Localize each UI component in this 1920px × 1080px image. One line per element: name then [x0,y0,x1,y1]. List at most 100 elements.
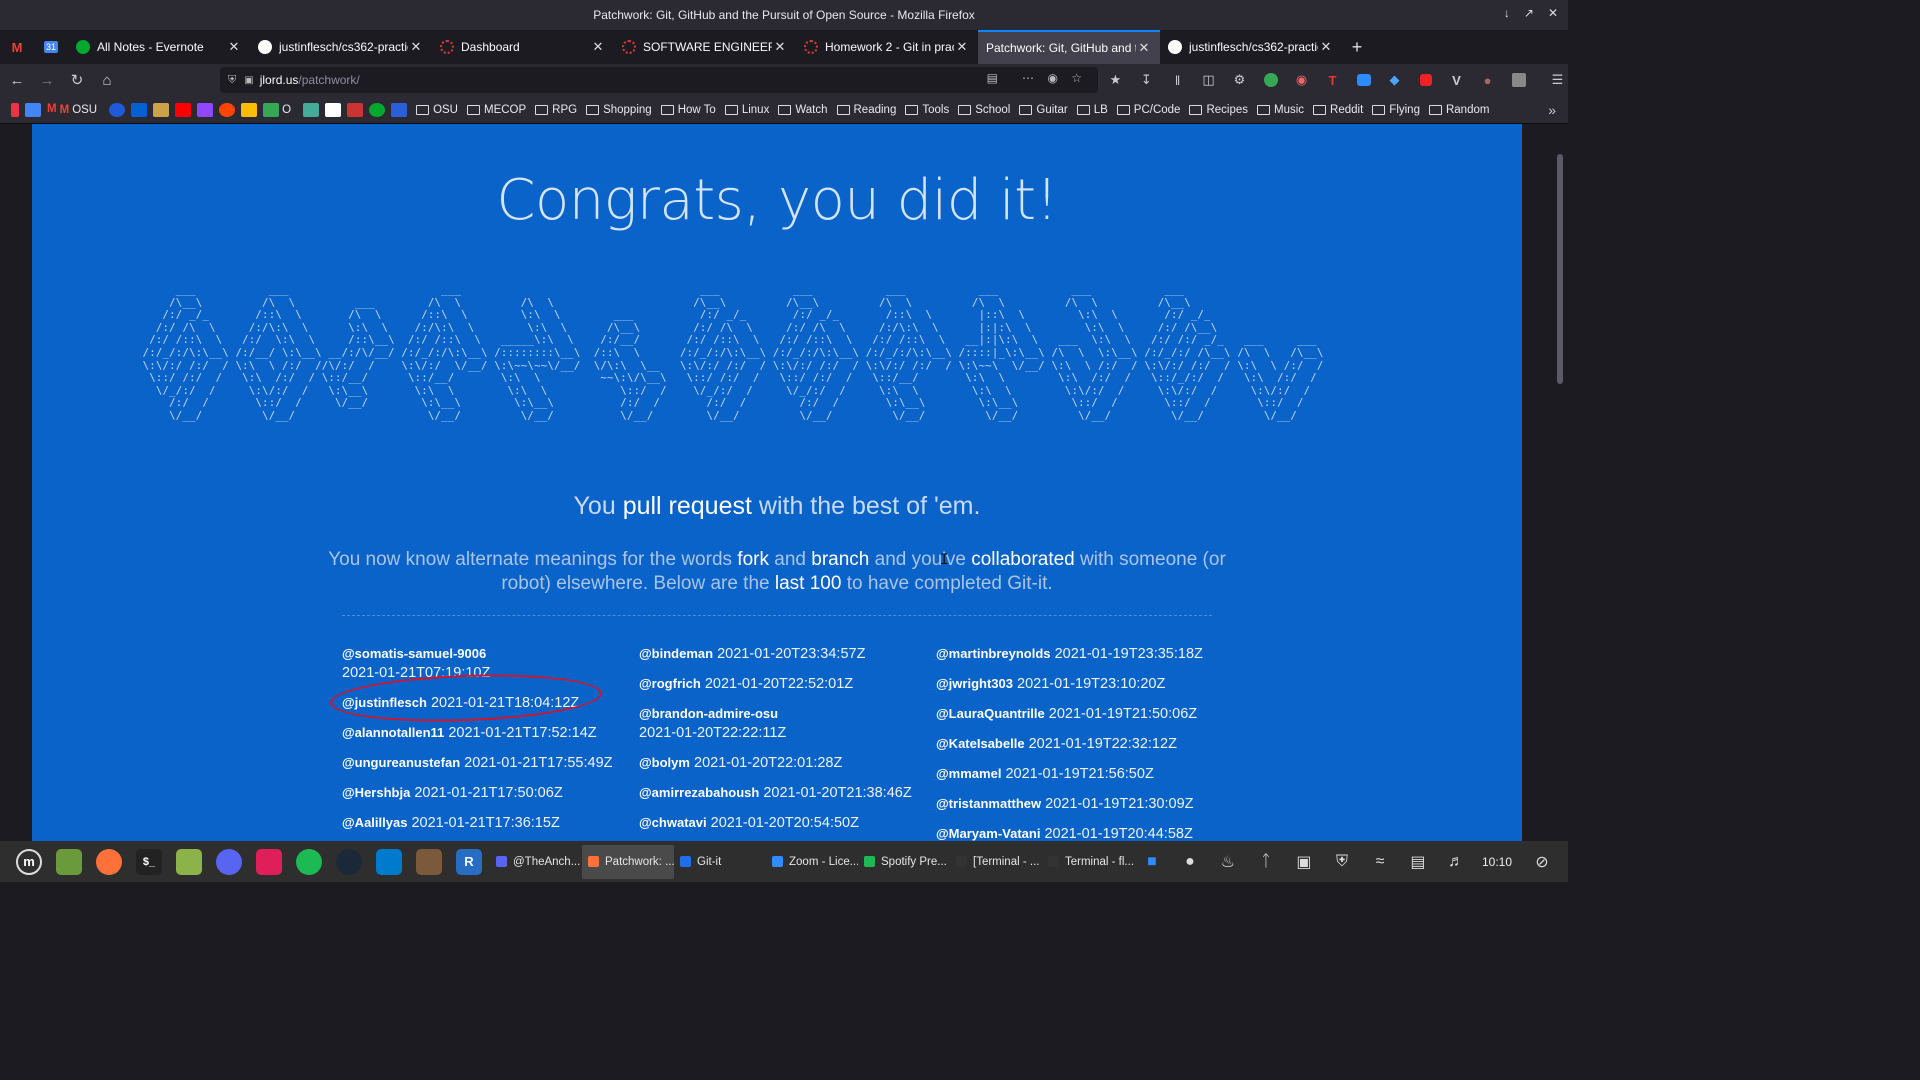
bookmark-folder[interactable]: Linux [724,104,769,116]
bookmark-folder[interactable]: Music [1257,104,1304,116]
discord-tray-icon[interactable]: ● [1174,853,1206,871]
acorn-extension-icon[interactable]: ● [1472,66,1503,94]
tab-pinned-gmail[interactable]: M [0,30,34,64]
tab-dashboard[interactable]: Dashboard ✕ [432,30,614,64]
reload-button[interactable]: ↻ [62,66,92,94]
close-tab-icon[interactable]: ✕ [772,39,788,55]
pocket-icon[interactable]: ◉ [1048,71,1058,85]
username-link[interactable]: @tristanmatthew [936,796,1041,811]
zoom-tray-icon[interactable]: ■ [1136,853,1168,871]
taskbar-window-button[interactable]: @TheAnch... [490,845,582,879]
taskbar-window-button[interactable]: Git-it [674,845,766,879]
r-launcher[interactable]: R [450,845,488,879]
bookmark-folder[interactable]: Random [1428,104,1489,116]
tab-homework-2[interactable]: Homework 2 - Git in practice ✕ [796,30,978,64]
bookmark-folder[interactable]: RPG [535,104,577,116]
bookmark-folder[interactable]: OSU [416,104,458,116]
slack-launcher[interactable] [250,845,288,879]
notifications-icon[interactable]: ♨ [1212,852,1244,872]
hamburger-menu-icon[interactable]: ☰ [1542,66,1573,94]
terminal-launcher[interactable]: $_ [130,845,168,879]
bookmark-cam-icon[interactable] [153,102,170,117]
bookmark-folder[interactable]: Shopping [586,104,652,116]
bookmark-folder[interactable]: Guitar [1019,104,1068,116]
bookmark-reddit-icon[interactable] [219,102,236,117]
settings-gear-icon[interactable]: ⚙ [1224,66,1255,94]
chrome-extension-icon[interactable] [1255,66,1286,94]
username-link[interactable]: @chwatavi [639,815,707,830]
extension-eyes-icon[interactable]: ◉ [1286,66,1317,94]
close-tab-icon[interactable]: ✕ [590,39,606,55]
username-link[interactable]: @bindeman [639,646,713,661]
tab-evernote[interactable]: All Notes - Evernote ✕ [68,30,250,64]
files-launcher[interactable] [170,845,208,879]
tab-software-engineering[interactable]: SOFTWARE ENGINEERING ✕ [614,30,796,64]
bookmark-folder[interactable]: How To [660,104,716,116]
username-link[interactable]: @ungureanustefan [342,755,460,770]
bookmark-noaa-icon[interactable] [109,102,126,117]
close-tab-icon[interactable]: ✕ [954,39,970,55]
bookmarks-star-icon[interactable]: ★ [1100,66,1131,94]
bookmark-twitch-icon[interactable] [197,102,214,117]
username-link[interactable]: @LauraQuantrille [936,706,1045,721]
tab-github-1[interactable]: justinflesch/cs362-practice ✕ [250,30,432,64]
bookmark-folder[interactable]: LB [1076,104,1108,116]
vscode-launcher[interactable] [370,845,408,879]
username-link[interactable]: @somatis-samuel-9006 [342,646,486,661]
username-link[interactable]: @bolym [639,755,690,770]
bookmark-youtube-icon[interactable] [175,102,192,117]
volume-icon[interactable]: ♬ [1440,853,1472,871]
lock-extension-icon[interactable] [1410,66,1441,94]
bookmark-osu[interactable]: M OSU [60,104,98,116]
forward-button[interactable]: → [32,66,62,94]
bookmarks-overflow-icon[interactable]: » [1548,102,1556,118]
extension-t-icon[interactable]: T [1317,66,1348,94]
minimize-icon[interactable]: ↓ [1504,6,1510,20]
wifi-icon[interactable]: ≈ [1364,853,1396,871]
username-link[interactable]: @Aalillyas [342,815,407,830]
library-icon[interactable]: ‖ [1162,66,1193,94]
show-desktop-button[interactable] [50,845,88,879]
taskbar-window-button[interactable]: [Terminal - ... [950,845,1042,879]
tab-github-2[interactable]: justinflesch/cs362-practice ✕ [1160,30,1342,64]
bookmark-slack-icon[interactable] [303,102,320,117]
bookmark-folder[interactable]: Reading [836,104,896,116]
bookmark-gmail-icon[interactable]: M [47,103,57,117]
taskbar-window-button[interactable]: Terminal - fl... [1042,845,1134,879]
username-link[interactable]: @Maryam-Vatani [936,826,1040,841]
shield-tray-icon[interactable]: ⛨ [1326,853,1358,871]
page-scrollbar[interactable] [1554,124,1566,841]
bookmark-calendar-icon[interactable] [25,102,41,117]
bookmark-folder[interactable]: PC/Code [1116,104,1180,116]
spotify-launcher[interactable] [290,845,328,879]
username-link[interactable]: @mmamel [936,766,1001,781]
bookmark-evernote-icon[interactable] [369,102,386,117]
vpn-extension-icon[interactable]: V [1441,66,1472,94]
username-link[interactable]: @rogfrich [639,676,701,691]
close-tab-icon[interactable]: ✕ [408,39,424,55]
bluetooth-icon[interactable]: ᛏ [1250,853,1282,871]
download-icon[interactable]: ↧ [1131,66,1162,94]
bookmark-adobe-icon[interactable] [11,102,19,117]
gem-extension-icon[interactable]: ◆ [1379,66,1410,94]
bookmark-folder[interactable]: Watch [778,104,828,116]
bookmark-folder[interactable]: Recipes [1189,104,1248,116]
username-link[interactable]: @Hershbja [342,785,410,800]
bookmark-folder[interactable]: Flying [1372,104,1420,116]
bookmark-c-icon[interactable] [391,102,408,117]
mint-menu-button[interactable]: m [10,845,48,879]
username-link[interactable]: @alannotallen11 [342,725,444,740]
zoom-extension-icon[interactable] [1348,66,1379,94]
taskbar-window-button[interactable]: Patchwork: ... [582,844,674,879]
firefox-launcher[interactable] [90,845,128,879]
bookmark-folder[interactable]: MECOP [466,104,526,116]
scrollbar-thumb[interactable] [1557,154,1563,384]
discord-launcher[interactable] [210,845,248,879]
bookmark-alert-icon[interactable] [347,102,364,117]
username-link[interactable]: @KateIsabelle [936,736,1025,751]
username-link[interactable]: @jwright303 [936,676,1013,691]
tab-patchwork[interactable]: Patchwork: Git, GitHub and the ✕ [978,30,1160,64]
bookmark-folder[interactable]: Tools [905,104,949,116]
bookmark-o[interactable]: O [260,102,291,117]
username-link[interactable]: @martinbreynolds [936,646,1051,661]
